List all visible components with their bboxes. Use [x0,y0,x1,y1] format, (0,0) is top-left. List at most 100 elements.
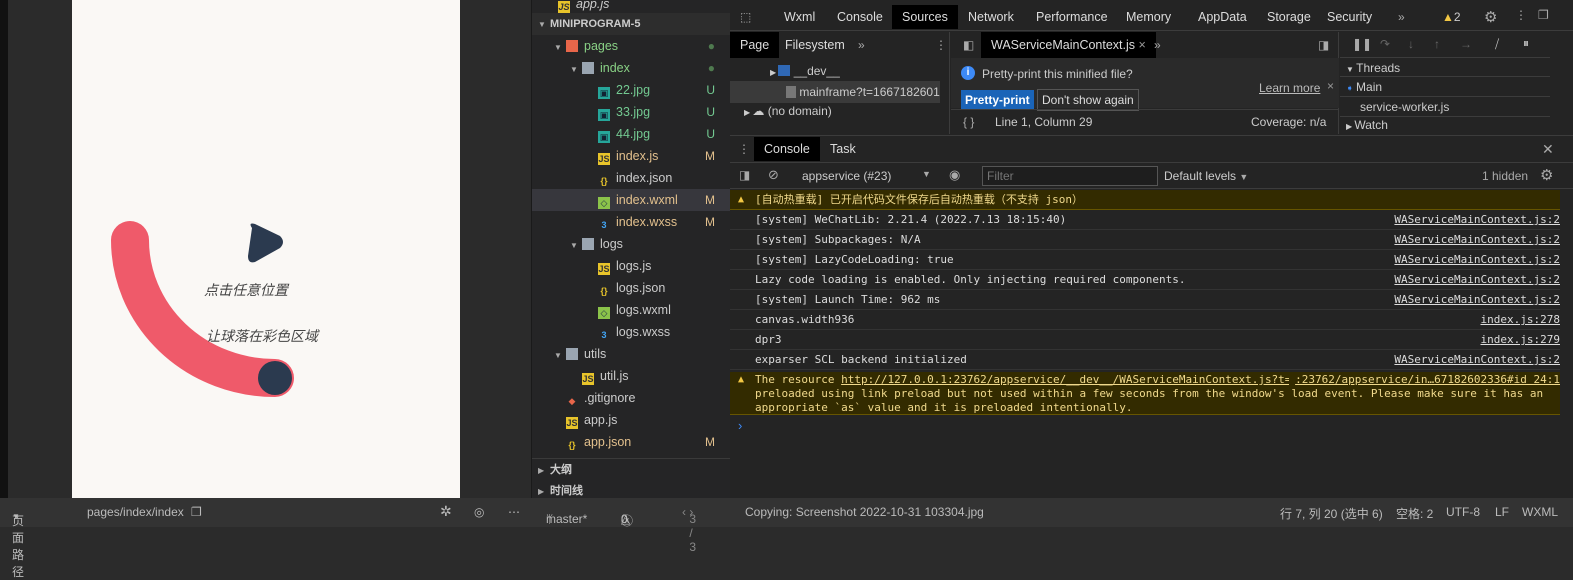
tree-item[interactable]: ▣ 33.jpg U [532,101,731,123]
tree-item-dev[interactable]: ▶ __dev__ [770,64,840,78]
tree-item-mainframe[interactable]: mainframe?t=1667182601 [730,81,940,103]
cursor-position[interactable]: 行 7, 列 20 (选中 6) [1280,505,1383,522]
tree-item[interactable]: {} index.json [532,167,731,189]
tree-item[interactable]: ▼ pages ● [532,35,731,57]
toggle-debugger-icon[interactable]: ◨ [1318,38,1329,52]
tree-item[interactable]: ▣ 44.jpg U [532,123,731,145]
indentation[interactable]: 空格: 2 [1396,505,1433,522]
source-link[interactable]: index.js:279 [1481,330,1560,350]
tree-item[interactable]: JS app.js [532,409,731,431]
source-link[interactable]: WAServiceMainContext.js:2 [1394,250,1560,270]
tree-item[interactable]: 3 logs.wxss [532,321,731,343]
context-select[interactable]: appservice (#23) [802,169,891,183]
tree-item[interactable]: ◇ index.wxml M [532,189,731,211]
console-prompt[interactable]: › [738,418,742,433]
sidebar-toggle-icon[interactable]: ◨ [739,168,750,182]
pause-on-exceptions-icon[interactable]: ⏸ [1523,36,1529,51]
kebab-menu-icon[interactable]: ⋮ [738,142,750,156]
step-out-icon[interactable]: ↑ [1434,37,1440,51]
kebab-menu-icon[interactable]: ⋮ [935,38,947,52]
inspect-icon[interactable]: ⬚ [740,10,751,24]
tree-item[interactable]: ▼ logs [532,233,731,255]
tab-sources[interactable]: Sources [892,5,958,29]
pause-icon[interactable]: ❚❚ [1352,37,1372,51]
warnings-badge[interactable]: ▲2 [1442,10,1461,24]
tab-page[interactable]: Page [730,32,780,58]
tab-console[interactable]: Console [827,5,893,29]
filter-input[interactable] [982,166,1158,186]
source-link[interactable]: WAServiceMainContext.js:2 [1394,270,1560,290]
tree-label: logs.wxss [616,325,671,339]
tab-task[interactable]: Task [820,137,866,161]
close-icon[interactable]: × [1327,79,1334,93]
source-link[interactable]: WAServiceMainContext.js:2 [1394,350,1560,370]
dock-icon[interactable]: ❐ [1538,8,1549,22]
tab-security[interactable]: Security [1317,5,1382,29]
tab-console-drawer[interactable]: Console [754,137,820,161]
tree-item[interactable]: ▣ 22.jpg U [532,79,731,101]
levels-select[interactable]: Default levels ▼ [1164,169,1248,183]
tree-item[interactable]: 3 index.wxss M [532,211,731,233]
console-settings-icon[interactable]: ⚙ [1540,166,1553,184]
tab-performance[interactable]: Performance [1026,5,1118,29]
eye-icon[interactable]: ◉ [949,167,960,183]
game-canvas[interactable] [72,0,460,498]
tab-memory[interactable]: Memory [1116,5,1181,29]
tab-storage[interactable]: Storage [1257,5,1321,29]
source-link[interactable]: index.js:278 [1481,310,1560,330]
watch-section[interactable]: ▶ Watch [1340,116,1550,134]
more-icon[interactable]: ⋯ [508,505,520,519]
pretty-print-button[interactable]: Pretty-print [961,90,1034,110]
outline-section[interactable]: ▶ 大纲 [532,458,731,480]
close-drawer-icon[interactable]: ✕ [1542,141,1554,158]
thread-service-worker[interactable]: service-worker.js [1360,100,1449,114]
line-ending[interactable]: LF [1495,505,1509,519]
tree-item[interactable]: JS util.js [532,365,731,387]
copy-icon[interactable]: ❐ [191,505,202,519]
toggle-navigator-icon[interactable]: ◧ [963,38,974,52]
source-link[interactable]: WAServiceMainContext.js:2 [1394,230,1560,250]
settings-icon[interactable]: ⚙ [1484,8,1497,26]
file-tab[interactable]: WAServiceMainContext.js × [981,32,1156,58]
tree-item-no-domain[interactable]: ▶ ☁ (no domain) [744,104,832,118]
bug-icon[interactable]: ✲ [440,503,452,520]
tree-item[interactable]: {} logs.json [532,277,731,299]
thread-main[interactable]: ➧ Main [1340,77,1550,97]
source-link[interactable]: WAServiceMainContext.js:2 [1394,210,1560,230]
language-mode[interactable]: WXML [1522,505,1558,519]
tree-item[interactable]: ▼ index ● [532,57,731,79]
tab-network[interactable]: Network [958,5,1024,29]
learn-more-link[interactable]: Learn more [1259,81,1320,95]
encoding[interactable]: UTF-8 [1446,505,1480,519]
tree-item[interactable]: ◆ .gitignore [532,387,731,409]
close-icon[interactable]: × [1139,38,1146,52]
threads-section[interactable]: ▼ Threads [1340,57,1550,77]
tree-item[interactable]: ◇ logs.wxml [532,299,731,321]
pretty-print-icon[interactable]: { } [963,115,974,129]
project-header[interactable]: ▼ MINIPROGRAM-5 [532,13,731,35]
more-icon[interactable]: » [858,38,865,52]
tree-item[interactable]: JS logs.js [532,255,731,277]
tree-item[interactable]: JS index.js M [532,145,731,167]
source-link[interactable]: :23762/appservice/in…67182602336#id 24:1 [1289,373,1560,387]
clear-console-icon[interactable]: ⊘ [768,167,779,183]
step-into-icon[interactable]: ↓ [1408,37,1414,51]
kebab-menu-icon[interactable]: ⋮ [1515,8,1527,22]
simulator-screen[interactable]: 点击任意位置 让球落在彩色区域 [72,0,460,498]
tab-wxml[interactable]: Wxml [774,5,825,29]
tab-appdata[interactable]: AppData [1188,5,1257,29]
source-link[interactable]: WAServiceMainContext.js:2 [1394,290,1560,310]
step-over-icon[interactable]: ↷ [1380,37,1390,51]
step-icon[interactable]: → [1460,37,1472,51]
more-tabs-button[interactable]: » [1398,10,1405,24]
deactivate-breakpoints-icon[interactable]: ⧸ [1495,37,1499,52]
preview-eye-icon[interactable]: ◎ [474,505,484,519]
tree-item[interactable]: {} app.json M [532,431,731,453]
play-icon[interactable] [248,223,283,263]
more-icon[interactable]: » [1154,38,1161,52]
sync-status[interactable]: ‹ 3 / 3 › [682,505,696,554]
tab-filesystem[interactable]: Filesystem [775,32,855,58]
tree-label: index.js [616,149,659,163]
tree-item[interactable]: ▼ utils [532,343,731,365]
dont-show-again-button[interactable]: Don't show again [1037,89,1139,111]
